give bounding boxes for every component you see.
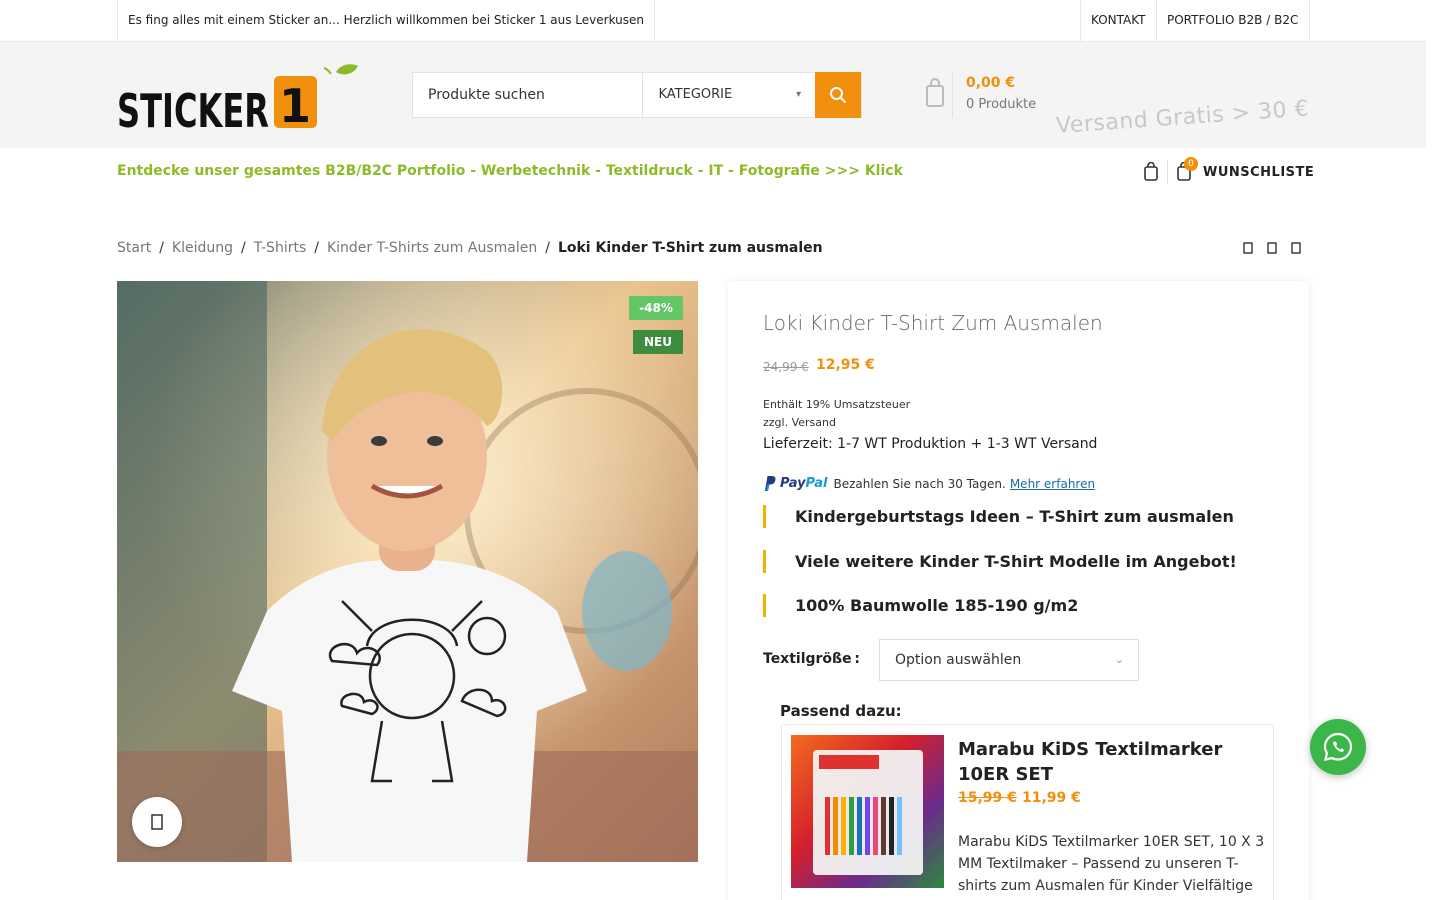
new-badge: NEU [633,330,683,354]
next-product-icon[interactable] [1288,240,1304,256]
product-image[interactable] [117,281,698,862]
wishlist-count-badge: 0 [1184,157,1198,171]
paypal-message: PayPal Bezahlen Sie nach 30 Tagen. Mehr … [763,475,1095,492]
bundle-product-image[interactable] [791,735,944,888]
feature-item: Viele weitere Kinder T-Shirt Modelle im … [763,550,1237,573]
shipping-link[interactable]: zzgl. Versand [763,416,836,429]
breadcrumb-tshirts[interactable]: T-Shirts [254,240,307,256]
product-title: Loki Kinder T-Shirt Zum Ausmalen [763,311,1103,335]
back-to-shop-icon[interactable] [1264,240,1280,256]
previous-product-icon[interactable] [1240,240,1256,256]
breadcrumb-kleidung[interactable]: Kleidung [172,240,233,256]
sticker1-logo[interactable]: STICKER 1 [117,62,367,132]
wishlist-link[interactable]: WUNSCHLISTE [1203,165,1314,180]
variation-label: Textilgröße : [763,651,861,667]
discount-badge: -48% [629,296,683,320]
whatsapp-button[interactable] [1310,719,1366,775]
shipping-note: zzgl. Versand [763,416,836,429]
feature-item: 100% Baumwolle 185-190 g/m2 [763,594,1078,617]
chevron-down-icon: ⌄ [1114,653,1124,666]
search-icon [830,87,847,103]
chevron-down-icon: ▾ [796,89,802,100]
paypal-learn-more-link[interactable]: Mehr erfahren [1010,477,1095,491]
feature-item: Kindergeburtstags Ideen – T-Shirt zum au… [763,505,1234,528]
breadcrumb-kinder-tshirts[interactable]: Kinder T-Shirts zum Ausmalen [327,240,537,256]
bundle-product-card[interactable]: Marabu KiDS Textilmarker 10ER SET 15,99 … [781,724,1274,900]
cart-total: 0,00 € [966,75,1016,91]
search-form: KATEGORIE ▾ [412,72,862,118]
bundle-product-title[interactable]: Marabu KiDS Textilmarker 10ER SET [958,737,1258,787]
product-summary: Loki Kinder T-Shirt Zum Ausmalen 24,99 €… [728,281,1309,900]
old-price: 24,99 € [763,360,809,374]
portfolio-link[interactable]: PORTFOLIO B2B / B2C [1157,0,1310,41]
paypal-icon [765,476,776,492]
portfolio-promo-link[interactable]: Entdecke unser gesamtes B2B/B2C Portfoli… [117,163,903,179]
breadcrumb: Start / Kleidung / T-Shirts / Kinder T-S… [117,240,823,256]
bundle-heading: Passend dazu: [780,702,902,720]
bundle-sale-price: 11,99 € [1022,790,1081,806]
bundle-old-price: 15,99 € [958,790,1017,806]
search-input[interactable] [413,73,644,117]
product-navigation [1240,240,1304,256]
shopping-bag-icon [926,78,944,107]
search-button[interactable] [815,72,861,118]
kontakt-link[interactable]: KONTAKT [1081,0,1157,41]
cart-count: 0 Produkte [966,97,1037,112]
top-links: KONTAKT PORTFOLIO B2B / B2C [1080,0,1310,41]
free-shipping-ticker: Versand Gratis > 30 € [1055,96,1310,139]
image-zoom-button[interactable] [132,797,182,847]
size-select[interactable]: Option auswählen ⌄ [879,639,1139,681]
breadcrumb-start[interactable]: Start [117,240,151,256]
paypal-logo: PayPal [780,476,828,491]
site-header: STICKER 1 KATEGORIE ▾ 0,00 € 0 Produkte … [0,42,1426,148]
tax-note: Enthält 19% Umsatzsteuer [763,398,911,411]
category-select[interactable]: KATEGORIE ▾ [643,73,815,117]
expand-icon [151,814,163,830]
category-label: KATEGORIE [658,87,733,102]
breadcrumb-current: Loki Kinder T-Shirt zum ausmalen [557,240,823,256]
textile-marker-set-photo [791,735,944,888]
user-icon[interactable] [1143,162,1159,182]
logo-number: 1 [279,79,311,132]
boy-with-loki-tshirt-photo [117,281,698,862]
sale-price: 12,95 € [816,357,875,373]
size-select-value: Option auswählen [895,652,1022,668]
logo-text: STICKER [117,84,269,132]
welcome-message: Es fing alles mit einem Sticker an... He… [117,0,655,41]
bundle-description: Marabu KiDS Textilmarker 10ER SET, 10 X … [958,834,1265,894]
mini-cart[interactable]: 0,00 € 0 Produkte [925,72,1055,122]
top-bar: Es fing alles mit einem Sticker an... He… [0,0,1426,42]
whatsapp-icon [1323,732,1353,761]
delivery-time: Lieferzeit: 1-7 WT Produktion + 1-3 WT V… [763,436,1098,452]
paypal-text: Bezahlen Sie nach 30 Tagen. [833,476,1006,491]
